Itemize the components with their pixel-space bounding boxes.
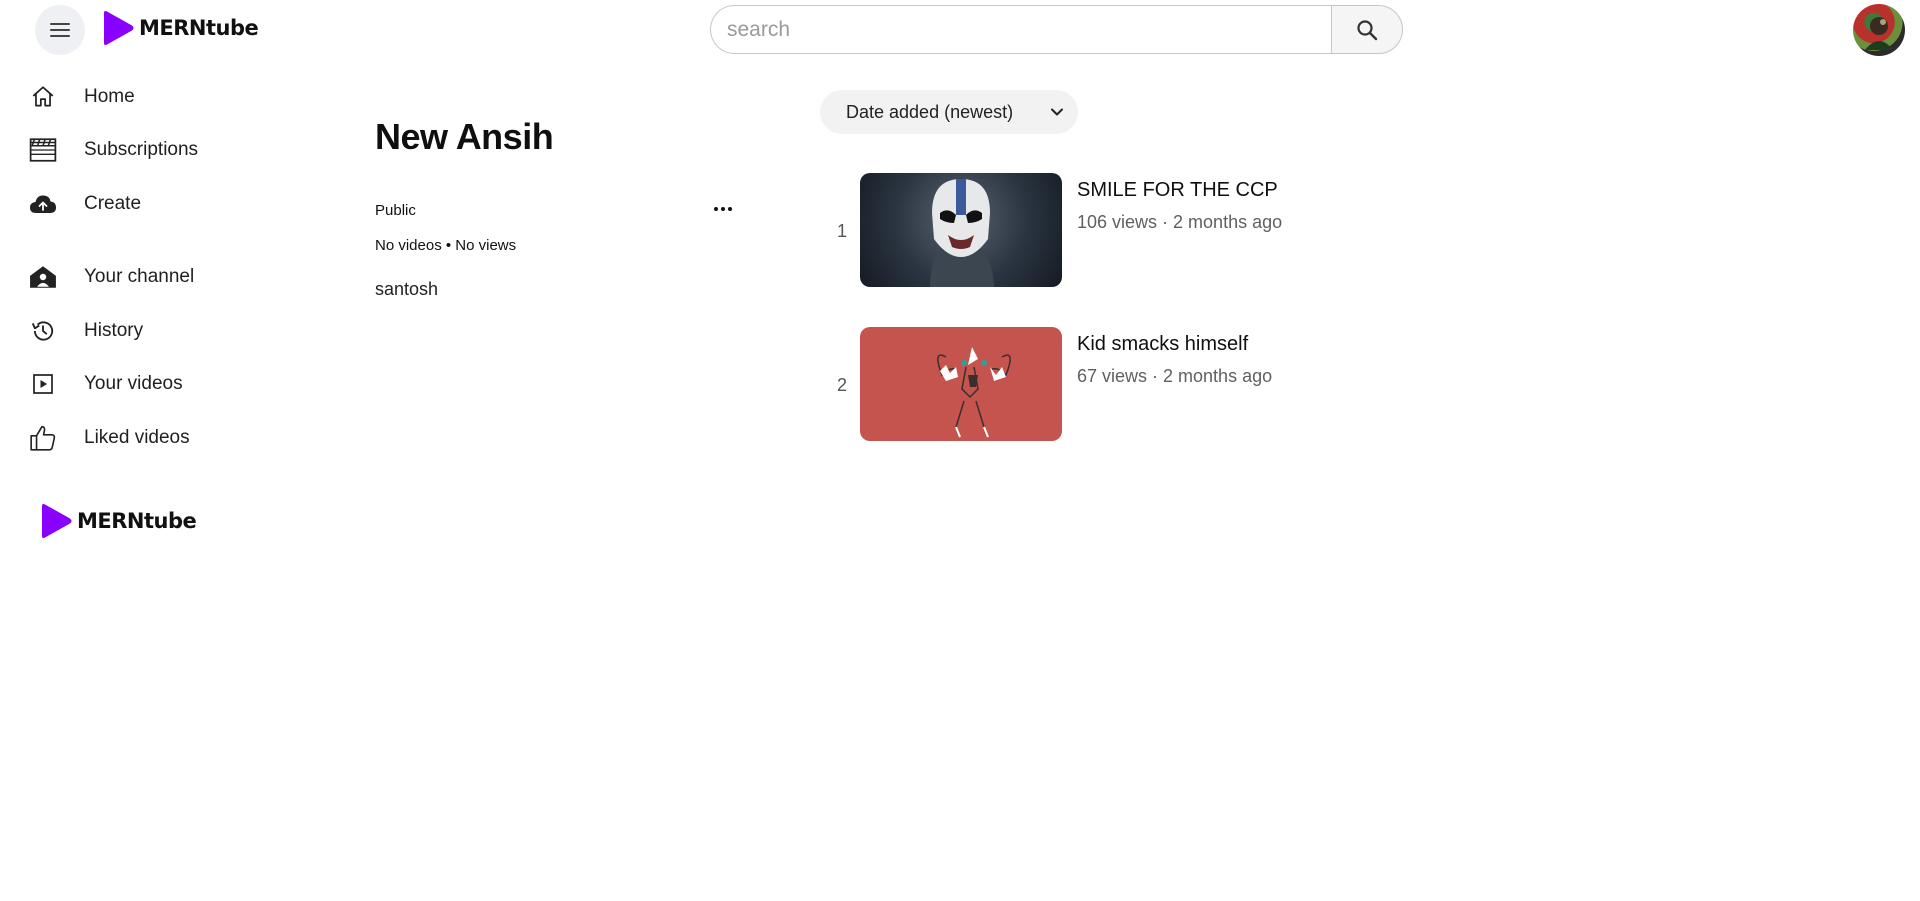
sidebar-item-subscriptions[interactable]: Subscriptions xyxy=(0,124,300,178)
video-thumbnail[interactable] xyxy=(860,327,1062,441)
search-input[interactable] xyxy=(710,5,1331,54)
sidebar-item-label: History xyxy=(84,319,144,341)
top-bar: MERNtube xyxy=(0,0,1920,60)
video-index: 2 xyxy=(836,375,847,395)
sidebar-item-create[interactable]: Create xyxy=(0,177,300,231)
logo-wordmark: MERNtube xyxy=(77,509,197,533)
home-icon xyxy=(28,82,58,112)
sidebar-item-label: Your videos xyxy=(84,373,183,395)
search-bar xyxy=(710,5,1403,54)
sort-select[interactable]: Date added (newest) xyxy=(820,90,1078,134)
clapperboard-icon xyxy=(28,135,58,165)
playlist-stats: No videos • No views xyxy=(375,237,517,254)
video-title[interactable]: SMILE FOR THE CCP xyxy=(1077,179,1278,202)
search-button[interactable] xyxy=(1331,5,1403,54)
logo-home-link[interactable]: MERNtube xyxy=(101,10,259,46)
playlist-title: New Ansih xyxy=(375,116,554,157)
playlist-video-item[interactable]: 2 Kid smacks himself 67 views · 2 months… xyxy=(820,327,1420,481)
video-meta: 106 views · 2 months ago xyxy=(1077,212,1283,232)
sidebar-item-label: Liked videos xyxy=(84,426,190,448)
sidebar-divider xyxy=(0,231,300,251)
merntube-logo-icon xyxy=(42,504,72,538)
playlist-video-item[interactable]: 1 SMILE FOR THE CCP 106 views · 2 months… xyxy=(820,173,1420,327)
video-title[interactable]: Kid smacks himself xyxy=(1077,333,1248,356)
logo-wordmark: MERNtube xyxy=(139,16,259,40)
sidebar-item-your-videos[interactable]: Your videos xyxy=(0,358,300,412)
cloud-upload-icon xyxy=(28,189,58,219)
sidebar-item-label: Home xyxy=(84,85,135,107)
stormtrooper-thumbnail-icon xyxy=(930,179,994,287)
sidebar-item-your-channel[interactable]: Your channel xyxy=(0,251,300,305)
sidebar-item-label: Subscriptions xyxy=(84,139,199,161)
avatar-image-icon xyxy=(1865,17,1893,50)
hamburger-menu-icon xyxy=(50,23,70,37)
sidebar-item-home[interactable]: Home xyxy=(0,70,300,124)
video-thumbnail[interactable] xyxy=(860,173,1062,287)
thumbs-up-icon xyxy=(28,423,58,453)
playlist-owner-link[interactable]: santosh xyxy=(375,279,438,300)
video-index: 1 xyxy=(836,221,847,241)
user-avatar[interactable] xyxy=(1853,4,1905,56)
footer-logo[interactable]: MERNtube xyxy=(39,503,197,539)
chevron-down-icon xyxy=(1051,108,1063,116)
playlist-video-list: 1 SMILE FOR THE CCP 106 views · 2 months… xyxy=(820,173,1420,481)
history-icon xyxy=(28,316,58,346)
playlist-privacy: Public xyxy=(375,202,416,219)
play-square-icon xyxy=(28,369,58,399)
more-horizontal-icon xyxy=(714,207,732,211)
sidebar-item-label: Your channel xyxy=(84,266,195,288)
video-meta: 67 views · 2 months ago xyxy=(1077,366,1273,386)
channel-icon xyxy=(28,262,58,292)
sidebar-item-label: Create xyxy=(84,192,142,214)
search-icon xyxy=(1357,19,1378,40)
more-options-button[interactable] xyxy=(710,196,736,222)
sidebar: Home Subscriptions Create Your channel H… xyxy=(0,70,300,465)
sort-selected-value: Date added (newest) xyxy=(846,101,1014,122)
sidebar-item-liked-videos[interactable]: Liked videos xyxy=(0,411,300,465)
creature-thumbnail-icon xyxy=(937,347,1011,438)
sidebar-item-history[interactable]: History xyxy=(0,304,300,358)
menu-button[interactable] xyxy=(35,5,85,55)
merntube-logo-icon xyxy=(104,11,134,45)
